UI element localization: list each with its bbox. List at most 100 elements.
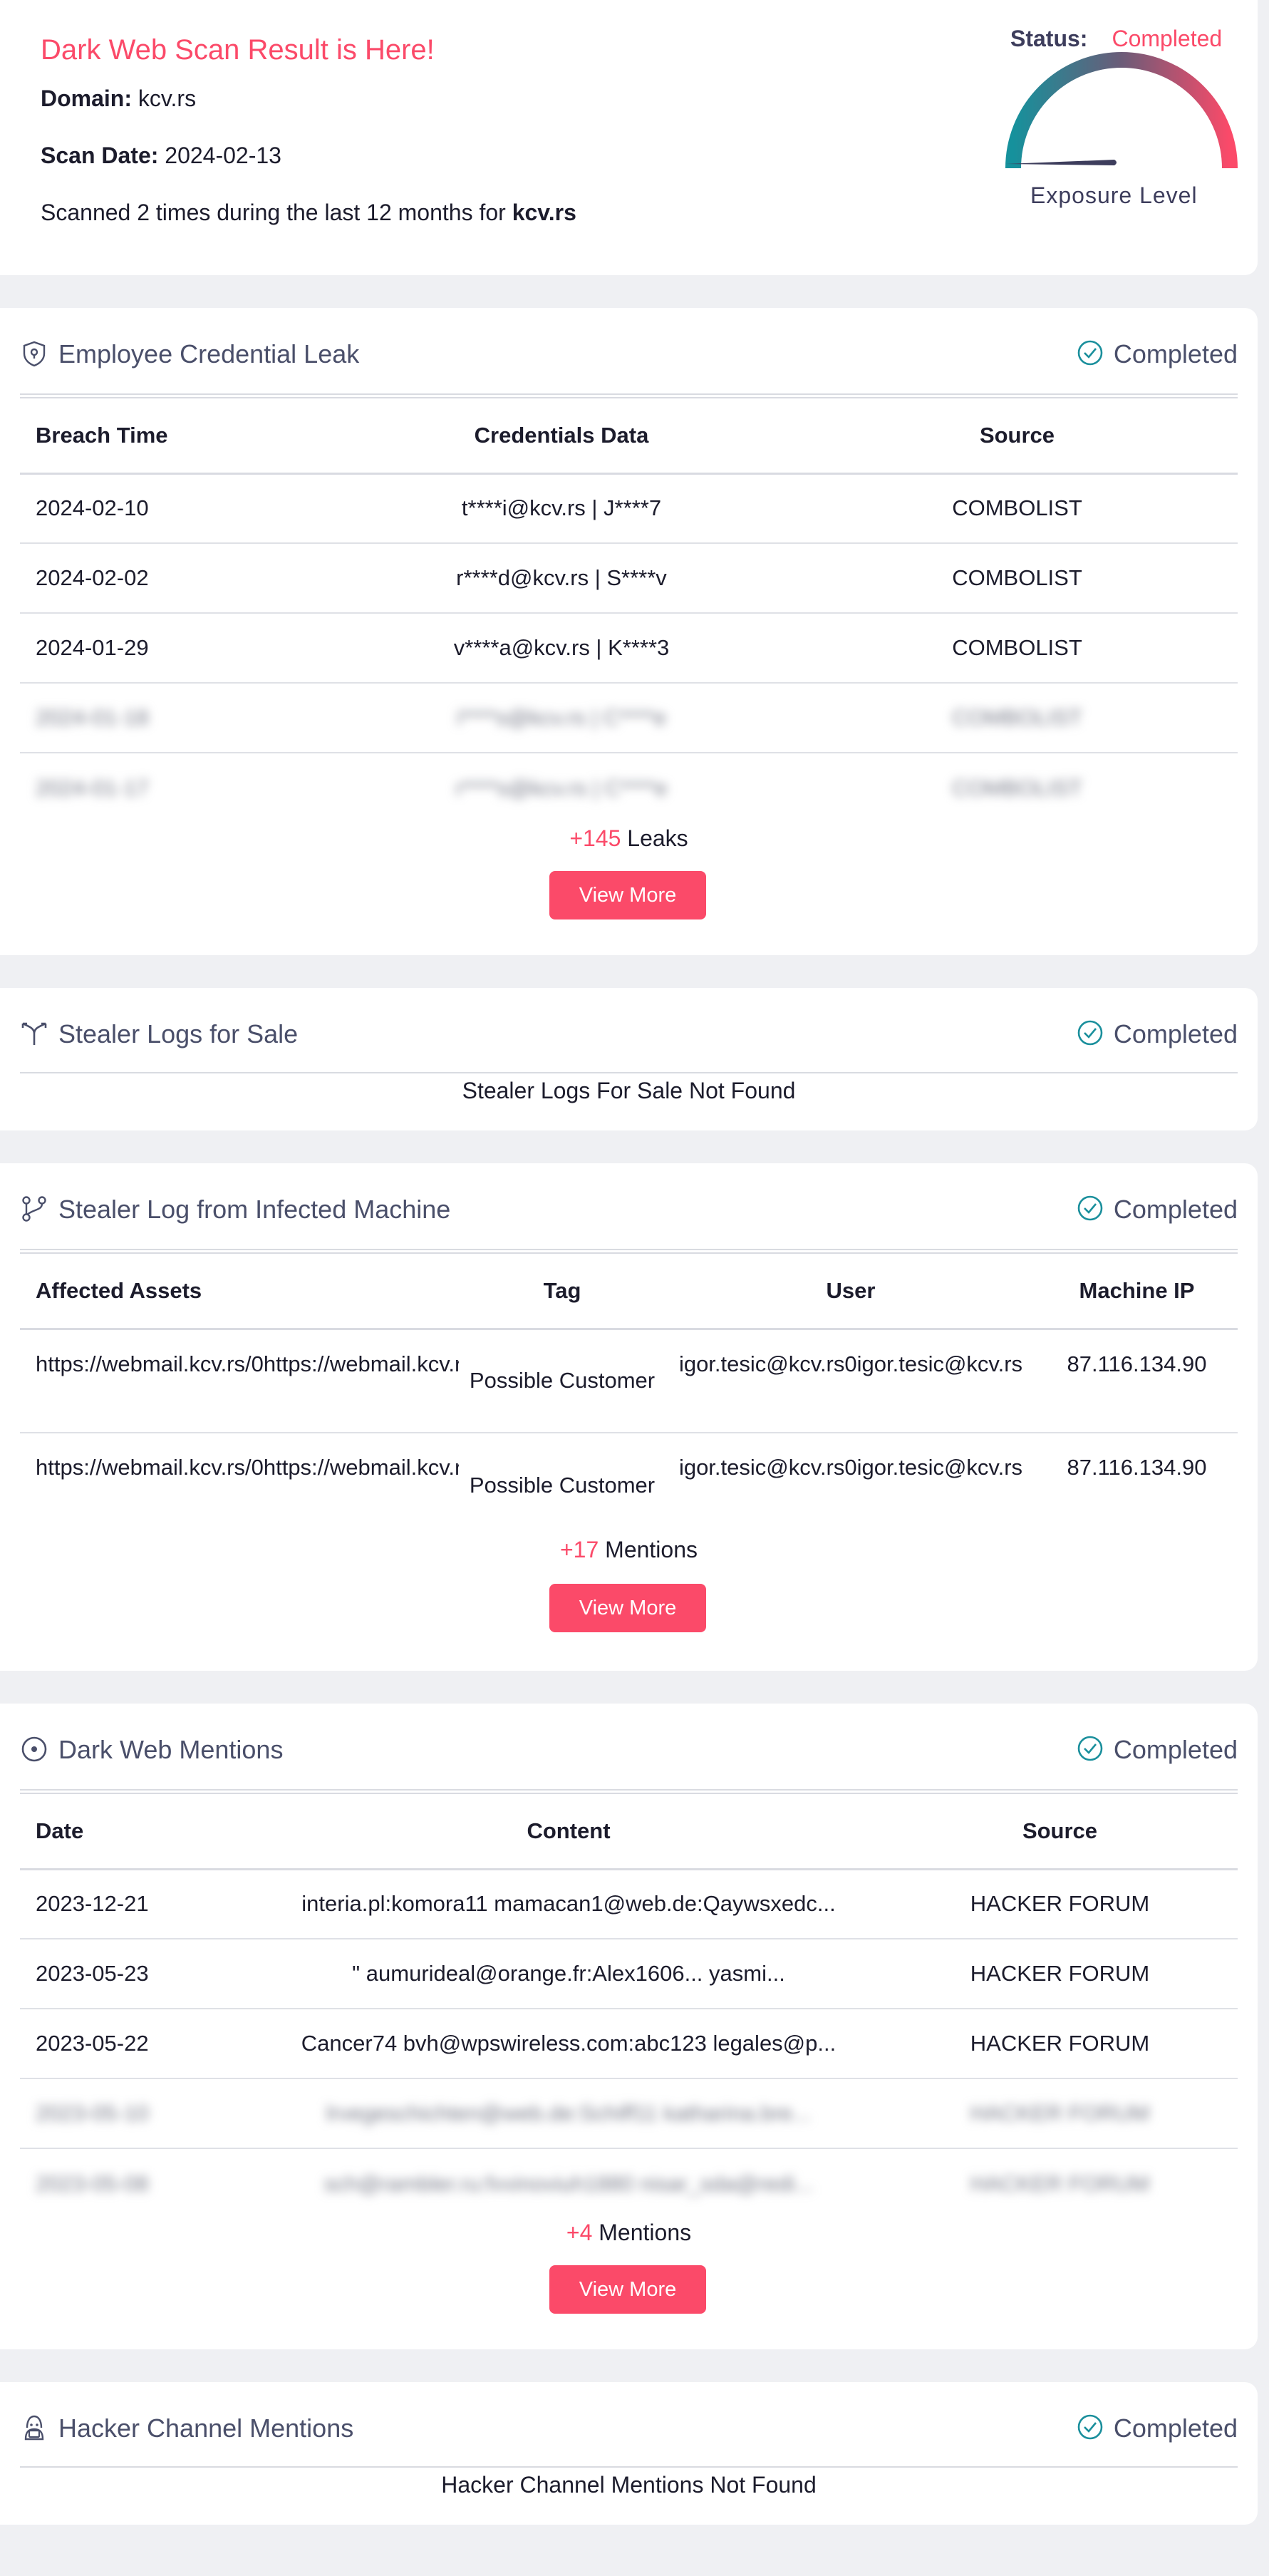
view-more-button[interactable]: View More — [549, 2265, 706, 2314]
breach-time-cell: 2024-01-29 — [20, 613, 326, 684]
hacker-channel-card: Hacker Channel Mentions Completed Hacker… — [0, 2382, 1258, 2525]
credentials-cell: i****s@kcv.rs | C****e — [326, 683, 797, 753]
section-status: Completed — [1077, 2413, 1238, 2443]
check-circle-icon — [1077, 1021, 1103, 1046]
git-branch-icon — [22, 1196, 46, 1222]
scan-date-line: Scan Date: 2024-02-13 — [41, 143, 281, 169]
credential-leak-table: Breach Time Credentials Data Source 2024… — [20, 399, 1238, 823]
section-status: Completed — [1077, 1195, 1238, 1225]
stealer-logs-sale-header: Stealer Logs for Sale Completed — [20, 988, 1238, 1073]
section-title: Dark Web Mentions — [58, 1735, 284, 1764]
section-title: Stealer Logs for Sale — [58, 1019, 299, 1049]
section-divider — [20, 393, 1238, 398]
scan-count-domain: kcv.rs — [512, 200, 576, 225]
source-cell: HACKER FORUM — [970, 2170, 1150, 2196]
section-divider — [20, 2466, 1238, 2468]
breach-time-cell: 2024-01-18 — [20, 683, 326, 753]
breach-time-cell: 2024-01-17 — [36, 775, 149, 800]
credential-leak-header: Employee Credential Leak Completed — [20, 308, 1238, 393]
section-title: Stealer Log from Infected Machine — [58, 1195, 451, 1224]
credentials-cell: r****d@kcv.rs | S****v — [326, 543, 797, 614]
more-count: +145 — [569, 825, 621, 851]
view-more-button[interactable]: View More — [549, 1584, 706, 1632]
table-row: https://webmail.kcv.rs/0https://webmail.… — [20, 1329, 1238, 1433]
content-cell: interia.pl:komora11 mamacan1@web.de:Qayw… — [255, 1869, 882, 1939]
scan-count-line: Scanned 2 times during the last 12 month… — [41, 200, 576, 226]
section-status-text: Completed — [1113, 1195, 1238, 1224]
breach-time-cell: 2024-02-10 — [20, 473, 326, 544]
table-row-blurred: 2023-05-08 sch@rambler.ru:fvvinoviuh1880… — [20, 2148, 1238, 2218]
check-circle-icon — [1077, 341, 1103, 366]
table-row: 2023-05-23 " aumurideal@orange.fr:Alex16… — [20, 1939, 1238, 2009]
section-divider — [20, 1249, 1238, 1254]
column-header: Source — [797, 399, 1238, 475]
table-row: 2024-01-29 v****a@kcv.rs | K****3 COMBOL… — [20, 613, 1238, 684]
content-cell: Cancer74 bvh@wpswireless.com:abc123 lega… — [255, 2009, 882, 2079]
affected-asset-cell: https://webmail.kcv.rs/0https://webmail.… — [36, 1455, 459, 1480]
source-cell: COMBOLIST — [797, 683, 1238, 753]
empty-state-text: Hacker Channel Mentions Not Found — [441, 2472, 817, 2498]
dark-web-mentions-card: Dark Web Mentions Completed Date Content… — [0, 1704, 1258, 2349]
source-cell: HACKER FORUM — [882, 1869, 1238, 1939]
table-row: 2023-05-22 Cancer74 bvh@wpswireless.com:… — [20, 2009, 1238, 2079]
section-status-text: Completed — [1113, 2413, 1238, 2443]
machine-ip-cell: 87.116.134.90 — [1036, 1329, 1238, 1433]
user-cell: igor.tesic@kcv.rs0igor.tesic@kcv.rs — [678, 1455, 1023, 1480]
scan-status: Status: Completed — [1010, 26, 1222, 52]
more-label: Leaks — [627, 825, 688, 851]
section-status: Completed — [1077, 1019, 1238, 1049]
table-header-row: Affected Assets Tag User Machine IP — [20, 1254, 1238, 1330]
column-header: Tag — [459, 1254, 665, 1330]
stealer-machine-card: Stealer Log from Infected Machine Comple… — [0, 1163, 1258, 1671]
credentials-cell: t****i@kcv.rs | J****7 — [326, 473, 797, 544]
table-row-blurred: 2024-01-18 i****s@kcv.rs | C****e COMBOL… — [20, 683, 1238, 753]
table-row: https://webmail.kcv.rs/0https://webmail.… — [20, 1433, 1238, 1537]
more-count: +4 — [566, 2220, 593, 2245]
section-divider — [20, 1072, 1238, 1073]
more-label: Mentions — [599, 2220, 692, 2245]
page: Dark Web Scan Result is Here! Domain: kc… — [0, 0, 1269, 2576]
stealer-machine-table: Affected Assets Tag User Machine IP http… — [20, 1254, 1238, 1537]
view-more-button[interactable]: View More — [549, 871, 706, 919]
check-circle-icon — [1077, 1736, 1103, 1761]
machine-ip-cell: 87.116.134.90 — [1067, 1455, 1207, 1480]
fork-icon — [21, 1022, 47, 1045]
source-cell: COMBOLIST — [797, 473, 1238, 544]
section-status-text: Completed — [1113, 1735, 1238, 1764]
domain-line: Domain: kcv.rs — [41, 86, 196, 112]
column-header: User — [665, 1254, 1036, 1330]
check-circle-icon — [1077, 1196, 1103, 1221]
stealer-logs-sale-card: Stealer Logs for Sale Completed Stealer … — [0, 988, 1258, 1130]
table-row-blurred: 2023-05-10 lrvegeschichten@web.de:Schiff… — [20, 2078, 1238, 2149]
gauge-arc — [1005, 52, 1238, 169]
source-cell: COMBOLIST — [952, 775, 1082, 800]
breach-time-cell: 2024-02-02 — [20, 543, 326, 614]
more-mentions-text: +4 Mentions — [0, 2220, 1258, 2246]
section-status-text: Completed — [1113, 1019, 1238, 1049]
credentials-cell: v****a@kcv.rs | K****3 — [326, 613, 797, 684]
table-row-blurred: 2024-01-17 r****s@kcv.rs | C****e COMBOL… — [20, 753, 1238, 823]
source-cell: HACKER FORUM — [882, 2078, 1238, 2149]
tag-cell: Possible Customer — [459, 1329, 665, 1433]
source-cell: COMBOLIST — [797, 543, 1238, 614]
column-header: Credentials Data — [326, 399, 797, 475]
dark-web-mentions-table: Date Content Source 2023-12-21 interia.p… — [20, 1795, 1238, 2218]
affected-asset-cell: https://webmail.kcv.rs/0https://webmail.… — [36, 1351, 459, 1376]
date-cell: 2023-12-21 — [20, 1869, 255, 1939]
section-status-text: Completed — [1113, 339, 1238, 369]
exposure-gauge — [1005, 52, 1238, 169]
source-cell: HACKER FORUM — [882, 1939, 1238, 2009]
credential-leak-card: Employee Credential Leak Completed Breac… — [0, 308, 1258, 955]
column-header: Content — [255, 1795, 882, 1870]
empty-state-text: Stealer Logs For Sale Not Found — [462, 1078, 796, 1103]
shield-icon — [23, 341, 46, 367]
date-cell: 2023-05-10 — [20, 2078, 255, 2149]
column-header: Affected Assets — [20, 1254, 459, 1330]
scan-date-label: Scan Date: — [41, 143, 159, 168]
date-cell: 2023-05-23 — [20, 1939, 255, 2009]
status-label: Status: — [1010, 26, 1088, 51]
page-title: Dark Web Scan Result is Here! — [41, 34, 435, 66]
section-title: Hacker Channel Mentions — [58, 2413, 354, 2443]
content-cell: sch@rambler.ru:fvvinoviuh1880 nisar_sda@… — [323, 2170, 814, 2196]
date-cell: 2023-05-22 — [20, 2009, 255, 2079]
